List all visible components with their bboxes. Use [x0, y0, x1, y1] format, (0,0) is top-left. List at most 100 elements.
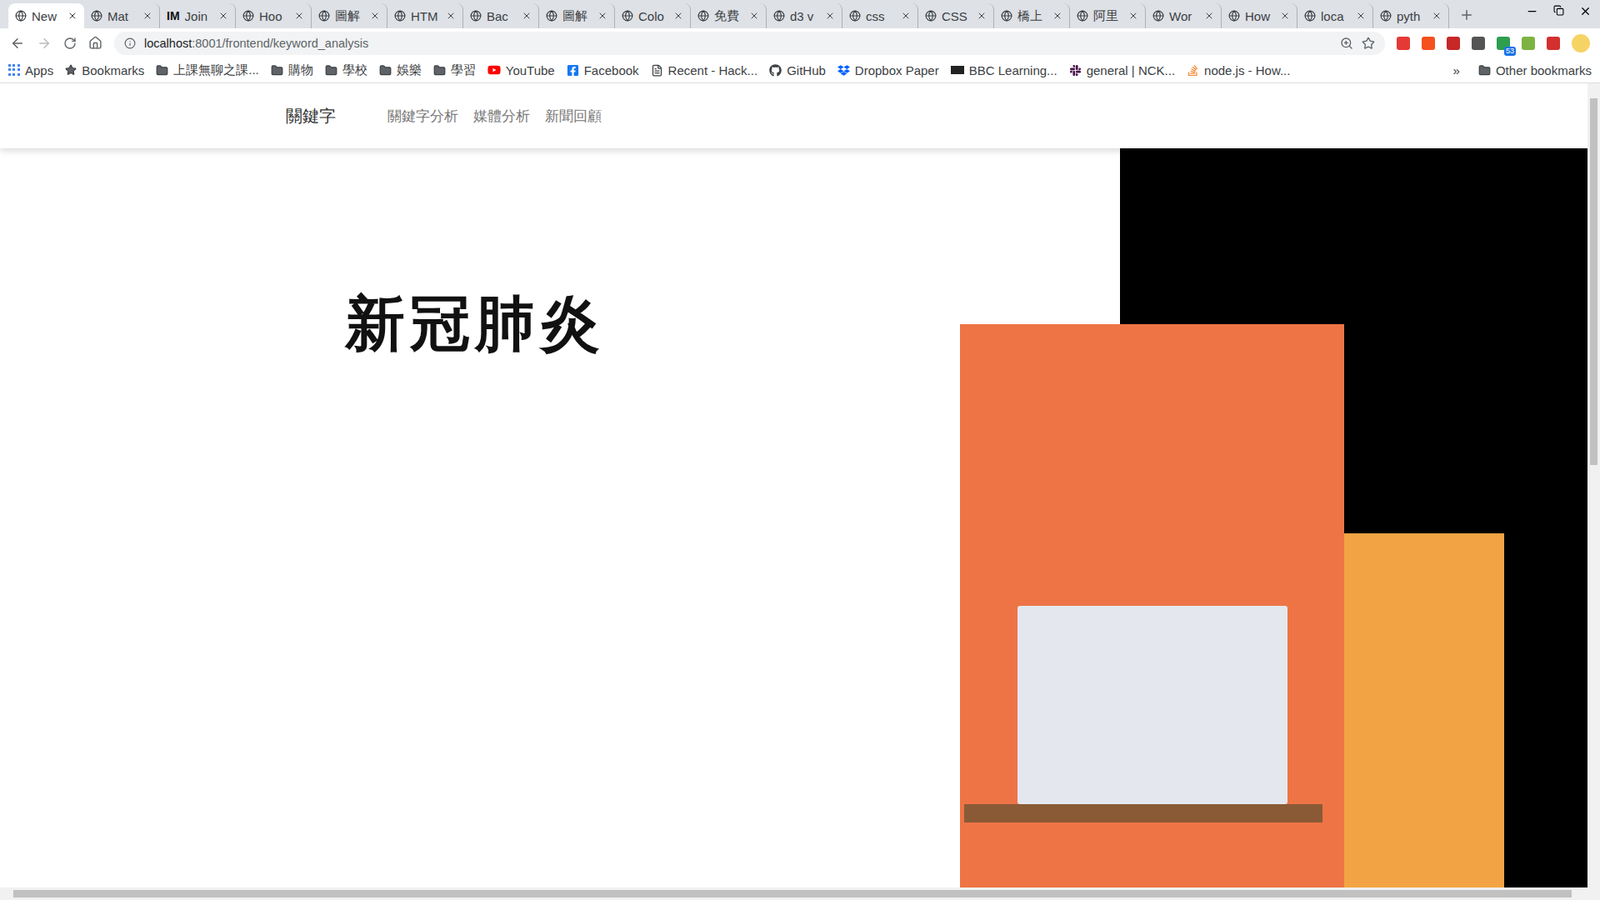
more-bookmarks[interactable]: » [1453, 63, 1460, 78]
site-brand[interactable]: 關鍵字 [285, 105, 336, 128]
extension-icon[interactable] [1421, 36, 1435, 50]
bookmark[interactable]: YouTube [487, 63, 555, 78]
browser-tab[interactable]: IMJoin [160, 3, 236, 29]
close-icon[interactable] [521, 10, 532, 21]
nav-link[interactable]: 新聞回顧 [545, 106, 602, 126]
close-icon[interactable] [370, 10, 380, 21]
close-icon[interactable] [1052, 10, 1063, 21]
browser-tab[interactable]: Bac [463, 3, 540, 29]
new-tab-button[interactable] [1459, 7, 1475, 23]
folder-icon [325, 64, 338, 77]
close-icon[interactable] [749, 10, 760, 21]
page-viewport: 關鍵字 關鍵字分析媒體分析新聞回顧新冠肺炎 [0, 83, 1600, 900]
browser-tab[interactable]: 圖解 [539, 3, 615, 29]
browser-tab[interactable]: New [8, 3, 85, 29]
stackoverflow-icon [1186, 64, 1200, 77]
bookmark[interactable]: node.js - How... [1186, 63, 1290, 78]
apps-icon [8, 64, 20, 76]
extension-icon[interactable] [1446, 36, 1460, 50]
other-bookmarks[interactable]: Other bookmarks [1478, 63, 1592, 78]
folder-icon [379, 64, 392, 77]
reload-icon [63, 36, 77, 50]
extension-icon[interactable] [1396, 36, 1410, 50]
home-button[interactable] [88, 35, 103, 50]
close-icon[interactable] [67, 10, 78, 21]
bookmark[interactable]: Bookmarks [65, 63, 145, 78]
bookmark[interactable]: 購物 [270, 62, 314, 79]
horizontal-scrollbar[interactable] [0, 887, 1600, 900]
back-button[interactable] [10, 35, 25, 51]
browser-tab[interactable]: css [842, 3, 919, 29]
browser-tab[interactable]: 橋上 [994, 3, 1070, 29]
bookmark[interactable]: Dropbox Paper [837, 63, 940, 78]
browser-tab[interactable]: 免費 [690, 3, 767, 29]
browser-tab[interactable]: Colo [615, 3, 691, 29]
youtube-icon [487, 63, 501, 77]
bookmark[interactable]: Facebook [566, 63, 640, 78]
hero: 新冠肺炎 [0, 148, 1588, 888]
browser-tab[interactable]: loca [1297, 3, 1374, 29]
bookmark[interactable]: 學校 [325, 62, 368, 79]
extension-icon[interactable]: 53 [1496, 36, 1510, 50]
browser-tab[interactable]: Wor [1145, 3, 1222, 29]
globe-icon [697, 10, 710, 22]
profile-avatar[interactable] [1571, 34, 1590, 53]
close-icon[interactable] [976, 10, 987, 21]
extension-icon[interactable] [1471, 36, 1485, 50]
browser-tab[interactable]: Mat [84, 3, 160, 29]
yellow-block [1344, 533, 1505, 888]
close-window-icon[interactable] [1579, 5, 1592, 18]
bookmark[interactable]: 上課無聊之課... [155, 62, 260, 79]
bookmark[interactable]: general | NCK... [1069, 63, 1175, 78]
bookmark[interactable]: Recent - Hack... [650, 63, 759, 78]
close-icon[interactable] [900, 10, 911, 21]
globe-icon [470, 10, 482, 22]
toolbar: localhost:8001/frontend/keyword_analysis… [0, 28, 1600, 58]
close-icon[interactable] [825, 10, 835, 21]
tab-strip: NewMatIMJoinHoo圖解HTMBac圖解Colo免費d3 vcssCS… [0, 0, 1600, 29]
browser-tab[interactable]: d3 v [766, 3, 843, 29]
vertical-scrollbar[interactable] [1587, 83, 1600, 888]
browser-tab[interactable]: How [1221, 3, 1298, 29]
browser-tab[interactable]: CSS [918, 3, 995, 29]
minimize-icon[interactable] [1525, 5, 1539, 18]
close-icon[interactable] [218, 10, 229, 21]
browser-tab[interactable]: 圖解 [311, 3, 388, 29]
document-icon [650, 64, 664, 77]
browser-tab[interactable]: pyth [1373, 3, 1450, 29]
bookmark[interactable]: 娛樂 [379, 62, 422, 79]
close-icon[interactable] [294, 10, 305, 21]
zoom-icon[interactable] [1340, 36, 1354, 50]
browser-tab[interactable]: Hoo [235, 3, 312, 29]
close-icon[interactable] [1128, 10, 1139, 21]
browser-tab[interactable]: HTM [387, 3, 464, 29]
close-icon[interactable] [673, 10, 684, 21]
address-bar[interactable]: localhost:8001/frontend/keyword_analysis [114, 31, 1385, 55]
close-icon[interactable] [1355, 10, 1366, 21]
globe-icon [773, 10, 785, 22]
close-icon[interactable] [1431, 10, 1442, 21]
close-icon[interactable] [1204, 10, 1215, 21]
home-icon [88, 35, 103, 50]
bookmarks-bar: Apps Bookmarks 上課無聊之課... 購物學校娛樂學習 YouTube Fac… [0, 57, 1600, 84]
bookmark[interactable]: BBC Learning... [950, 63, 1058, 78]
forward-button[interactable] [36, 35, 52, 51]
bookmark[interactable]: Apps [8, 63, 54, 78]
bookmark[interactable]: GitHub [769, 63, 826, 78]
bookmark-star-icon[interactable] [1361, 36, 1375, 50]
close-icon[interactable] [597, 10, 608, 21]
close-icon[interactable] [142, 10, 153, 21]
bookmark[interactable]: 學習 [433, 62, 476, 79]
globe-icon [1076, 10, 1089, 22]
browser-tab[interactable]: 阿里 [1070, 3, 1146, 29]
extension-icon[interactable] [1546, 36, 1560, 50]
plus-icon [1459, 7, 1475, 23]
extension-icon[interactable] [1521, 36, 1535, 50]
nav-link[interactable]: 媒體分析 [473, 106, 530, 126]
reload-button[interactable] [63, 36, 77, 50]
close-icon[interactable] [1280, 10, 1290, 21]
close-icon[interactable] [445, 10, 456, 21]
extension-badge: 53 [1504, 46, 1516, 56]
nav-link[interactable]: 關鍵字分析 [387, 106, 459, 126]
restore-icon[interactable] [1553, 5, 1565, 16]
